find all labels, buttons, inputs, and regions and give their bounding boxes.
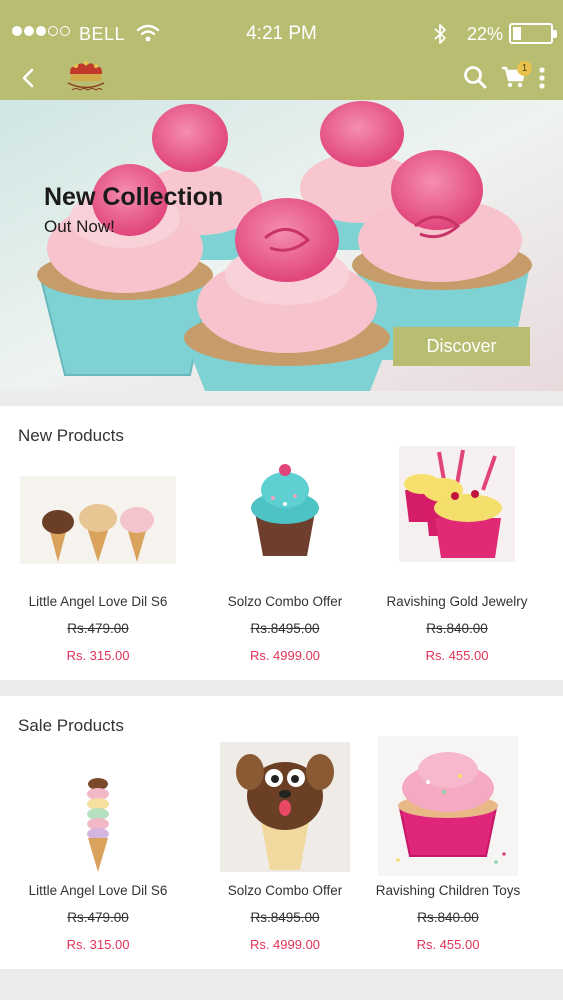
discover-button[interactable]: Discover	[393, 327, 530, 366]
product-name: Solzo Combo Offer	[227, 883, 343, 898]
product-price: Rs. 315.00	[66, 648, 130, 663]
battery-percent: 22%	[467, 24, 504, 44]
status-bar: BELL 4:21 PM 22%	[0, 0, 563, 64]
cart-count-badge: 1	[517, 61, 532, 76]
back-arrow-icon[interactable]	[14, 62, 42, 94]
bottom-spacer	[0, 969, 563, 1000]
product-old-price: Rs.479.00	[67, 910, 129, 925]
product-old-price: Rs.8495.00	[250, 621, 320, 636]
product-old-price: Rs.840.00	[426, 621, 488, 636]
hero-banner: New Collection Out Now! Discover	[0, 100, 563, 391]
teal-cupcake-image	[251, 464, 319, 556]
new-products-section: New Products Little Angel Love Dil S6 Rs…	[0, 406, 563, 680]
product-price: Rs. 4999.00	[249, 937, 321, 952]
search-icon[interactable]	[462, 64, 488, 90]
battery-icon	[509, 23, 557, 44]
product-card[interactable]: Ravishing Gold Jewelry Rs.840.00 Rs. 455…	[363, 446, 551, 666]
stacked-ice-cream-cone-image	[87, 778, 109, 872]
product-name: Little Angel Love Dil S6	[28, 883, 168, 898]
brand-logo[interactable]	[62, 58, 110, 96]
puppy-ice-cream-cone-image	[220, 742, 350, 872]
section-title-new-products: New Products	[18, 426, 124, 445]
nav-bar: 1	[0, 56, 563, 100]
banner-subtitle: Out Now!	[44, 217, 115, 236]
sale-products-section: Sale Products Little Angel Love Dil S6 R…	[0, 696, 563, 969]
product-card[interactable]: Solzo Combo Offer Rs.8495.00 Rs. 4999.00	[191, 446, 379, 666]
pink-frosted-cupcake-image	[378, 736, 518, 876]
app-header: BELL 4:21 PM 22% 1	[0, 0, 563, 100]
banner-title: New Collection	[44, 183, 224, 211]
product-card[interactable]: Ravishing Children Toys Rs.840.00 Rs. 45…	[354, 736, 542, 956]
product-price: Rs. 4999.00	[249, 648, 321, 663]
battery-level-fill	[513, 27, 521, 40]
pink-cupcakes-with-straws-image	[399, 446, 515, 562]
product-name: Ravishing Children Toys	[375, 883, 521, 898]
product-name: Ravishing Gold Jewelry	[386, 594, 528, 609]
product-old-price: Rs.8495.00	[250, 910, 320, 925]
product-name: Little Angel Love Dil S6	[28, 594, 168, 609]
product-card[interactable]: Little Angel Love Dil S6 Rs.479.00 Rs. 3…	[4, 736, 192, 956]
product-price: Rs. 315.00	[66, 937, 130, 952]
product-name: Solzo Combo Offer	[227, 594, 343, 609]
more-vertical-icon[interactable]	[535, 64, 549, 92]
product-price: Rs. 455.00	[425, 648, 489, 663]
product-price: Rs. 455.00	[416, 937, 480, 952]
section-title-sale-products: Sale Products	[18, 716, 124, 735]
product-old-price: Rs.840.00	[417, 910, 479, 925]
bluetooth-icon	[434, 24, 446, 44]
ice-cream-cones-image	[20, 476, 176, 564]
product-card[interactable]: Little Angel Love Dil S6 Rs.479.00 Rs. 3…	[4, 446, 192, 666]
product-old-price: Rs.479.00	[67, 621, 129, 636]
product-card[interactable]: Solzo Combo Offer Rs.8495.00 Rs. 4999.00	[191, 736, 379, 956]
